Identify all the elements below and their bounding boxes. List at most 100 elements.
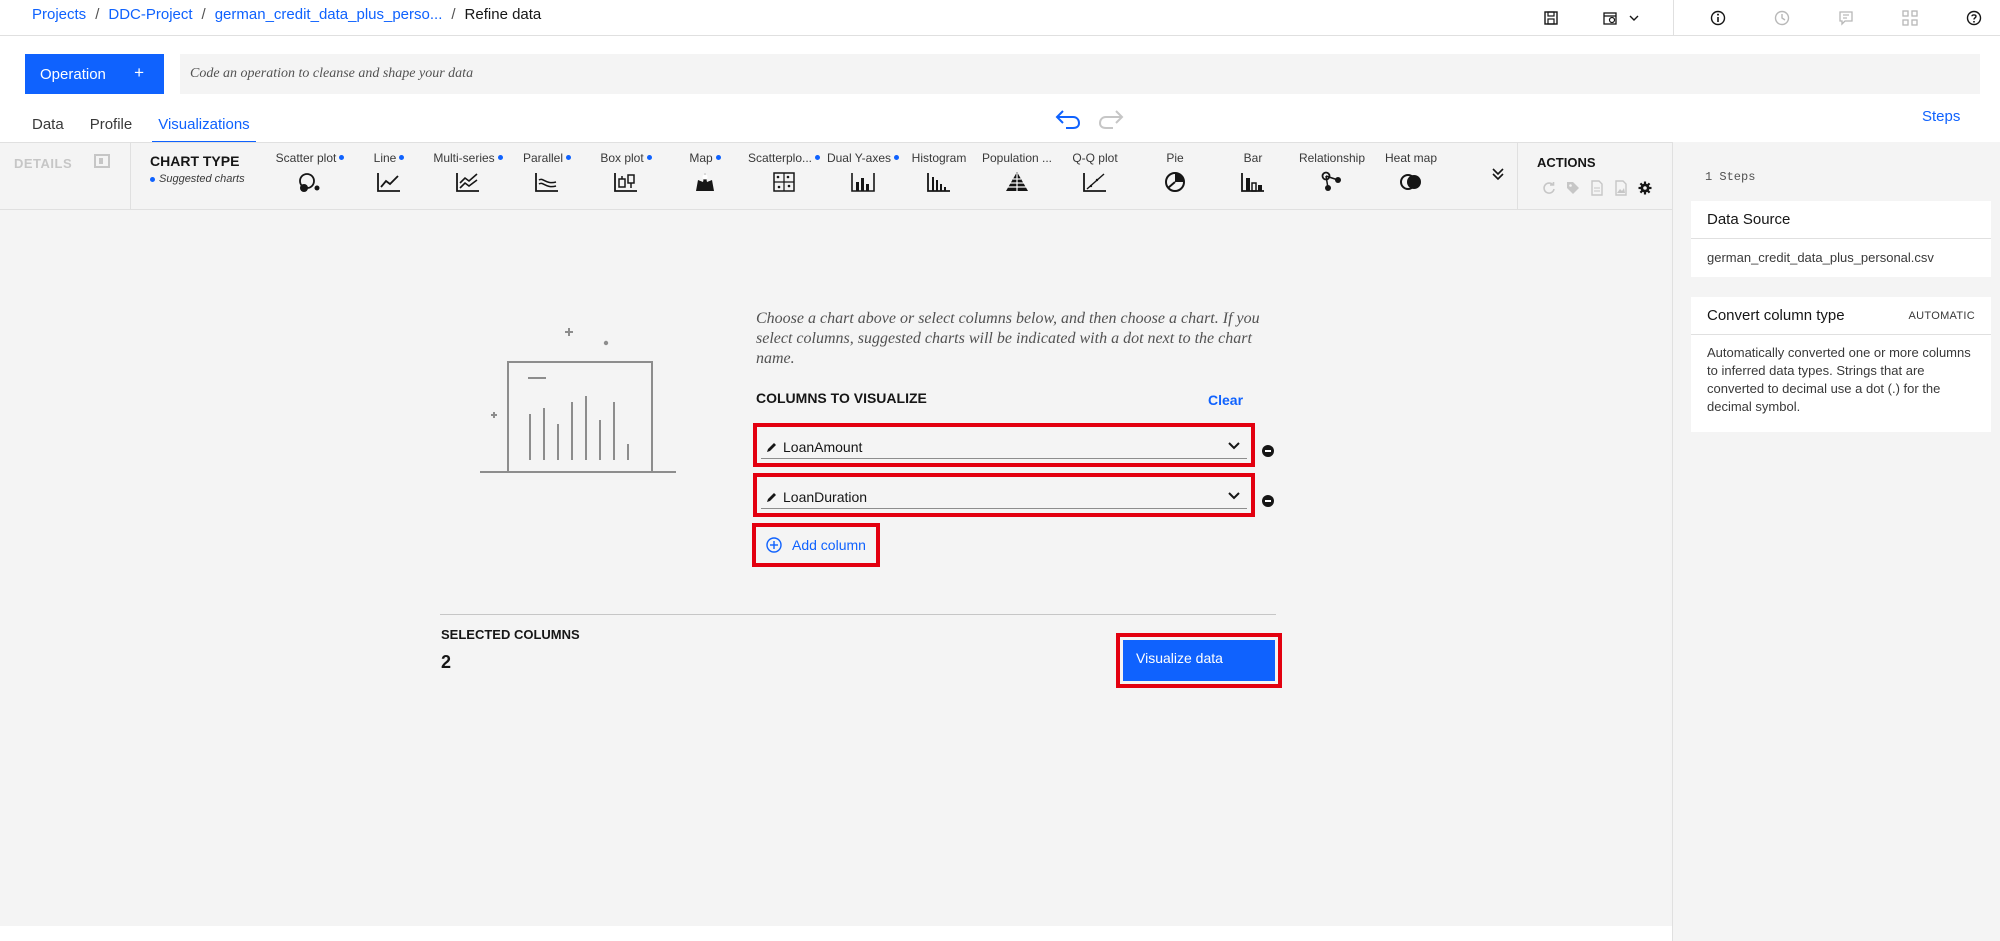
plus-icon: + [134, 63, 144, 82]
gear-icon[interactable] [1637, 180, 1653, 196]
top-bar: Projects / DDC-Project / german_credit_d… [0, 0, 2000, 36]
card-divider [1691, 334, 1991, 335]
choose-chart-prompt: Choose a chart above or select columns b… [756, 310, 1260, 367]
chevron-down-icon [1228, 442, 1240, 450]
line-chart-icon [377, 173, 400, 192]
chart-option-multi-series[interactable]: Multi-series [428, 151, 508, 196]
map-icon [696, 173, 714, 191]
schedule-job-icon[interactable] [1601, 4, 1645, 32]
operation-button-label: Operation [40, 65, 106, 83]
tag-icon[interactable] [1565, 180, 1581, 196]
lineage-icon[interactable] [1896, 4, 1924, 32]
chart-option-population-pyramid[interactable]: Population ... [977, 151, 1057, 196]
export-image-icon[interactable] [1613, 180, 1629, 196]
suggested-dot-icon [497, 155, 503, 160]
chart-option-box-plot[interactable]: Box plot [586, 151, 666, 196]
chart-type-title: CHART TYPE [150, 153, 240, 169]
tab-data[interactable]: Data [32, 116, 64, 143]
edit-pencil-icon [767, 493, 776, 502]
breadcrumb-project[interactable]: DDC-Project [108, 6, 192, 23]
code-operation-input[interactable]: Code an operation to cleanse and shape y… [180, 54, 1980, 94]
column-select-value: LoanDuration [783, 489, 868, 505]
add-column-label: Add column [792, 537, 866, 553]
save-icon[interactable] [1537, 4, 1565, 32]
divider [440, 614, 1276, 615]
dual-y-axes-icon [851, 173, 875, 192]
remove-column-icon[interactable] [1262, 495, 1274, 507]
comments-icon[interactable] [1832, 4, 1860, 32]
export-document-icon[interactable] [1589, 180, 1605, 196]
chart-option-parallel[interactable]: Parallel [507, 151, 587, 196]
chart-option-label: Line [373, 151, 397, 165]
population-pyramid-icon [1006, 172, 1028, 191]
expand-charts-icon[interactable] [1492, 167, 1504, 186]
visualize-data-button[interactable]: Visualize data [1116, 633, 1282, 688]
suggested-dot-icon [646, 155, 652, 160]
add-circle-icon [766, 537, 782, 553]
history-icon[interactable] [1768, 4, 1796, 32]
breadcrumb: Projects / DDC-Project / german_credit_d… [32, 6, 541, 23]
steps-link[interactable]: Steps [1922, 108, 1960, 125]
chart-option-pie[interactable]: Pie [1135, 151, 1215, 196]
view-tabs: Data Profile Visualizations [32, 116, 282, 143]
qq-plot-icon [1083, 173, 1106, 192]
chart-option-scatterplot-matrix[interactable]: Scatterplo... [744, 151, 824, 196]
details-label: DETAILS [14, 156, 73, 171]
chart-option-heat-map[interactable]: Heat map [1371, 151, 1451, 196]
step-card-data-source[interactable]: Data Source german_credit_data_plus_pers… [1691, 201, 1991, 277]
chart-option-histogram[interactable]: Histogram [899, 151, 979, 196]
breadcrumb-dataset[interactable]: german_credit_data_plus_perso... [215, 6, 443, 23]
suggested-dot-icon [399, 155, 405, 160]
column-select-loanamount[interactable]: LoanAmount [753, 423, 1255, 467]
info-icon[interactable] [1704, 4, 1732, 32]
suggested-charts-note: Suggested charts [150, 173, 245, 185]
empty-chart-illustration-icon [480, 328, 676, 473]
breadcrumb-current: Refine data [464, 6, 542, 23]
chart-option-label: Q-Q plot [1072, 151, 1118, 165]
tab-visualizations[interactable]: Visualizations [152, 116, 256, 143]
selected-columns-count: 2 [441, 652, 452, 672]
actions-row [1541, 180, 1653, 196]
chart-option-relationship[interactable]: Relationship [1292, 151, 1372, 196]
chart-option-line[interactable]: Line [349, 151, 429, 196]
bar-chart-icon [1241, 173, 1264, 192]
clear-button[interactable]: Clear [1208, 392, 1243, 408]
parallel-icon [535, 173, 558, 192]
breadcrumb-separator: / [451, 6, 456, 23]
chart-option-label: Bar [1243, 151, 1263, 165]
chart-option-scatter-plot[interactable]: Scatter plot [270, 151, 350, 196]
step-badge: AUTOMATIC [1908, 310, 1975, 322]
chart-option-bar[interactable]: Bar [1213, 151, 1293, 196]
refresh-icon[interactable] [1541, 180, 1557, 196]
visualize-data-label: Visualize data [1123, 640, 1275, 681]
undo-icon[interactable] [1054, 108, 1082, 135]
chart-option-label: Multi-series [433, 151, 495, 165]
scatterplot-matrix-icon [773, 172, 795, 192]
add-column-button[interactable]: Add column [752, 523, 880, 567]
breadcrumb-projects[interactable]: Projects [32, 6, 86, 23]
chart-option-map[interactable]: Map [665, 151, 745, 196]
details-panel-toggle-icon[interactable] [94, 154, 110, 168]
top-toolbar [1537, 0, 2000, 36]
chart-option-label: Histogram [911, 151, 967, 165]
columns-to-visualize-title: COLUMNS TO VISUALIZE [756, 390, 927, 406]
toolbar-divider [1673, 0, 1674, 36]
step-card-convert-column-type[interactable]: Convert column type AUTOMATIC Automatica… [1691, 297, 1991, 432]
card-divider [1691, 238, 1991, 239]
help-icon[interactable] [1960, 4, 1988, 32]
tab-profile[interactable]: Profile [90, 116, 133, 143]
column-select-loanduration[interactable]: LoanDuration [753, 473, 1255, 517]
chart-option-label: Heat map [1384, 151, 1438, 165]
step-title: Data Source [1707, 211, 1791, 228]
chart-option-label: Relationship [1298, 151, 1366, 165]
chart-option-qq-plot[interactable]: Q-Q plot [1055, 151, 1135, 196]
chart-option-dual-y-axes[interactable]: Dual Y-axes [823, 151, 903, 196]
data-source-file: german_credit_data_plus_personal.csv [1707, 250, 1934, 265]
redo-icon[interactable] [1097, 108, 1125, 135]
operation-button[interactable]: Operation + [25, 54, 164, 94]
remove-column-icon[interactable] [1262, 445, 1274, 457]
chart-option-label: Pie [1166, 151, 1184, 165]
suggested-dot-icon [715, 155, 721, 160]
toolbar-divider [1517, 143, 1518, 211]
chart-option-label: Parallel [522, 151, 564, 165]
